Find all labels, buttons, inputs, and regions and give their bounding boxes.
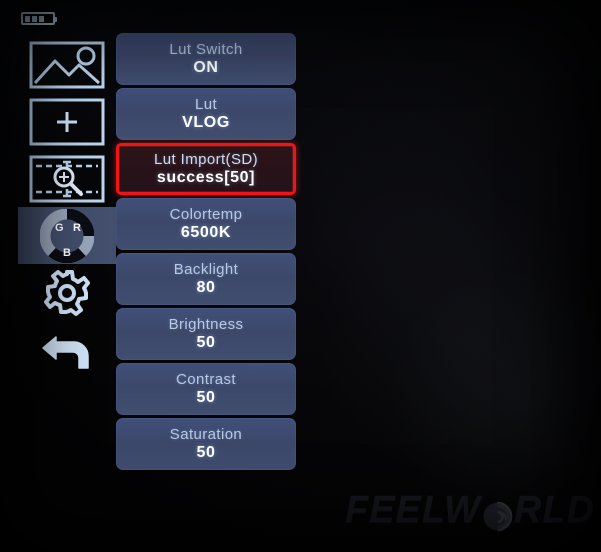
center-crosshair-icon [29, 98, 105, 146]
menu-item-label: Lut [194, 96, 218, 113]
back-arrow-icon [38, 326, 96, 374]
menu-item-value: success[50] [156, 169, 256, 186]
battery-nub [54, 17, 57, 22]
menu-item-value: 50 [196, 444, 216, 461]
feelworld-swirl-icon [482, 499, 513, 532]
sidebar-item-system-settings[interactable] [18, 264, 116, 321]
monitor-screen: G R B Lut Switch ON Lut VLOG Lut Import(… [0, 0, 601, 552]
battery-cell [38, 15, 45, 22]
menu-item-value: 50 [196, 334, 216, 351]
sidebar-item-marker-center[interactable] [18, 93, 116, 150]
menu-item-label: Contrast [176, 371, 236, 388]
menu-item-label: Saturation [169, 426, 243, 443]
menu-item-label: Lut Import(SD) [154, 151, 258, 168]
sidebar: G R B [18, 36, 116, 378]
menu-item-label: Brightness [168, 316, 244, 333]
menu-item-backlight[interactable]: Backlight 80 [116, 253, 296, 305]
brand-logo: FEELW RLD [345, 489, 595, 532]
svg-text:B: B [63, 247, 71, 259]
menu-item-lut[interactable]: Lut VLOG [116, 88, 296, 140]
battery-cell [31, 15, 38, 22]
settings-menu: Lut Switch ON Lut VLOG Lut Import(SD) su… [116, 33, 296, 473]
svg-text:G: G [55, 222, 64, 234]
menu-item-colortemp[interactable]: Colortemp 6500K [116, 198, 296, 250]
menu-item-value: VLOG [182, 114, 230, 131]
battery-cell-empty [46, 16, 52, 22]
picture-mountain-icon [29, 41, 105, 89]
sidebar-item-zoom-scale[interactable] [18, 150, 116, 207]
menu-item-contrast[interactable]: Contrast 50 [116, 363, 296, 415]
brand-text-left: FEELW [345, 489, 481, 531]
brand-text-right: RLD [513, 489, 595, 531]
sidebar-item-color-settings[interactable]: G R B [18, 207, 116, 264]
menu-item-value: 80 [196, 279, 216, 296]
menu-item-lut-switch[interactable]: Lut Switch ON [116, 33, 296, 85]
battery-icon [21, 12, 57, 25]
menu-item-brightness[interactable]: Brightness 50 [116, 308, 296, 360]
menu-item-value: 50 [196, 389, 216, 406]
menu-item-value: ON [193, 59, 219, 76]
gear-icon [41, 267, 93, 319]
menu-item-saturation[interactable]: Saturation 50 [116, 418, 296, 470]
svg-text:R: R [73, 222, 81, 234]
menu-item-label: Lut Switch [169, 41, 243, 58]
sidebar-item-back[interactable] [18, 321, 116, 378]
menu-item-label: Colortemp [169, 206, 243, 223]
magnifier-scale-icon [29, 155, 105, 203]
menu-item-value: 6500K [180, 224, 232, 241]
rgb-color-wheel-icon: G R B [40, 208, 94, 263]
menu-item-lut-import-sd[interactable]: Lut Import(SD) success[50] [116, 143, 296, 195]
menu-item-label: Backlight [173, 261, 239, 278]
battery-cell [24, 15, 31, 22]
sidebar-item-image-settings[interactable] [18, 36, 116, 93]
